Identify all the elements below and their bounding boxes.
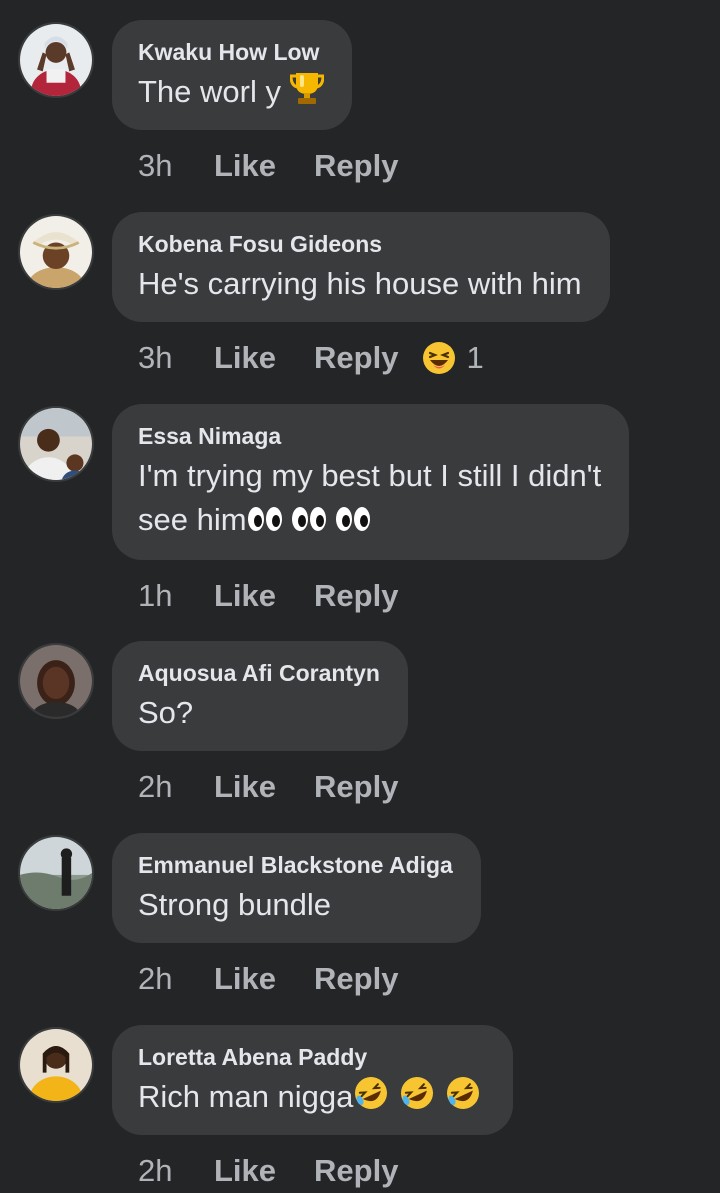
eyes-icon (247, 504, 379, 534)
like-button[interactable]: Like (214, 578, 276, 614)
comment-text: The worl y (138, 70, 324, 114)
comment-author[interactable]: Loretta Abena Paddy (138, 1043, 485, 1071)
reply-button[interactable]: Reply (314, 769, 398, 805)
trophy-icon (289, 70, 324, 106)
avatar[interactable] (18, 214, 94, 290)
comment-actions: 2h Like Reply (138, 767, 436, 807)
reaction-summary[interactable]: 1 (422, 340, 484, 376)
comment-author[interactable]: Emmanuel Blackstone Adiga (138, 851, 453, 879)
like-button[interactable]: Like (214, 340, 276, 376)
comment-author[interactable]: Kwaku How Low (138, 38, 324, 66)
comment-timestamp[interactable]: 2h (138, 961, 214, 997)
comment-timestamp[interactable]: 2h (138, 769, 214, 805)
avatar[interactable] (18, 643, 94, 719)
reaction-count: 1 (466, 340, 484, 375)
comment-author[interactable]: Kobena Fosu Gideons (138, 230, 582, 258)
reply-button[interactable]: Reply (314, 148, 398, 184)
comment-bubble: Kobena Fosu Gideons He's carrying his ho… (112, 212, 610, 322)
comment-actions: 3h Like Reply 1 (138, 338, 484, 378)
comment-text-line: see him (138, 498, 601, 542)
reply-button[interactable]: Reply (314, 340, 398, 376)
comment-actions: 3h Like Reply (138, 146, 436, 186)
comment-text: I'm trying my best but I still I didn't … (138, 454, 601, 542)
reply-button[interactable]: Reply (314, 578, 398, 614)
comment-bubble: Essa Nimaga I'm trying my best but I sti… (112, 404, 630, 560)
comment-bubble: Emmanuel Blackstone Adiga Strong bundle (112, 833, 481, 943)
comment-actions: 2h Like Reply (138, 1151, 436, 1191)
rolling-on-floor-laughing-icon (353, 1075, 485, 1111)
comment-timestamp[interactable]: 3h (138, 340, 214, 376)
comment-timestamp[interactable]: 1h (138, 578, 214, 614)
reply-button[interactable]: Reply (314, 961, 398, 997)
like-button[interactable]: Like (214, 769, 276, 805)
comment-bubble: Aquosua Afi Corantyn So? (112, 641, 408, 751)
comment-actions: 1h Like Reply (138, 576, 436, 616)
comment-text: Strong bundle (138, 887, 332, 922)
comment-text: Rich man nigga (138, 1075, 485, 1119)
comment-text: So? (138, 695, 194, 730)
comment-author[interactable]: Aquosua Afi Corantyn (138, 659, 380, 687)
avatar[interactable] (18, 835, 94, 911)
avatar[interactable] (18, 406, 94, 482)
comment-timestamp[interactable]: 2h (138, 1153, 214, 1189)
like-button[interactable]: Like (214, 1153, 276, 1189)
avatar[interactable] (18, 22, 94, 98)
comment-bubble: Kwaku How Low The worl y (112, 20, 352, 130)
comment-actions: 2h Like Reply (138, 959, 436, 999)
laughing-face-icon (422, 341, 456, 375)
like-button[interactable]: Like (214, 148, 276, 184)
comment-bubble: Loretta Abena Paddy Rich man nigga (112, 1025, 514, 1135)
reply-button[interactable]: Reply (314, 1153, 398, 1189)
comment-timestamp[interactable]: 3h (138, 148, 214, 184)
avatar[interactable] (18, 1027, 94, 1103)
comment-text-line: I'm trying my best but I still I didn't (138, 458, 602, 493)
comment-author[interactable]: Essa Nimaga (138, 422, 601, 450)
comment-text: He's carrying his house with him (138, 266, 582, 301)
like-button[interactable]: Like (214, 961, 276, 997)
